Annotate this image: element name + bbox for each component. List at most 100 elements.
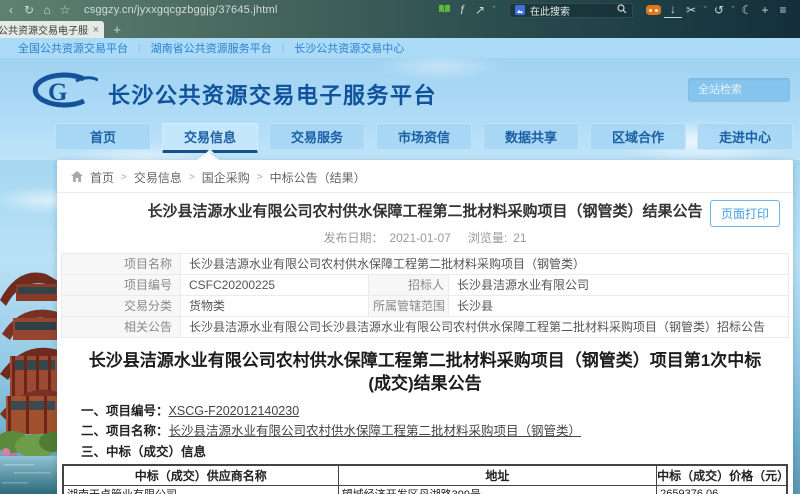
list-item: 三、中标（成交）信息 [81,444,793,460]
list-item: 二、项目名称：长沙县洁源水业有限公司农村供水保障工程第二批材料采购项目（钢管类） [81,423,793,439]
download-icon[interactable]: ↓ [664,2,682,18]
site-brand[interactable]: G 长沙公共资源交易电子服务平台 [26,70,437,117]
tab-title: 公共资源交易电子服务平台 [0,22,89,37]
nav-item-home[interactable]: 首页 [55,123,151,150]
award-result-table: 中标（成交）供应商名称 地址 中标（成交）价格（元） 湖南天卓管业有限公司 望城… [62,464,788,494]
project-info-table: 项目名称 长沙县洁源水业有限公司农村供水保障工程第二批材料采购项目（钢管类） 项… [61,253,789,338]
chrome-search-box[interactable]: 在此搜索 [509,3,633,18]
table-row: 项目名称 长沙县洁源水业有限公司农村供水保障工程第二批材料采购项目（钢管类） [62,253,789,274]
crumb-separator: > [189,172,195,183]
reload-icon[interactable]: ↻ [20,0,38,20]
menu-icon[interactable]: ≡ [774,0,792,20]
page-body: 首页 > 交易信息 > 国企采购 > 中标公告（结果） 长沙县洁源水业有限公司农… [0,160,800,494]
category-label: 交易分类 [62,295,181,316]
night-mode-icon[interactable]: ☾ [738,0,756,20]
crumb-soe-procurement[interactable]: 国企采购 [202,169,250,186]
table-row: 湖南天卓管业有限公司 望城经济开发区丹湖路399号 2659376.06 [63,486,787,494]
browser-chrome: ‹ ↻ ⌂ ☆ csggzy.cn/jyxxgqcgzbggjg/37645.j… [0,0,800,38]
magnifier-icon[interactable] [617,3,627,17]
main-nav: 首页 交易信息 交易服务 市场资信 数据共享 区域合作 走进中心 [55,123,793,153]
site-search-input[interactable] [688,78,790,102]
nav-item-market-credit[interactable]: 市场资信 [376,123,472,150]
supplier-header: 中标（成交）供应商名称 [63,465,338,486]
pagoda-background-image [0,254,58,494]
nav-item-trade-service[interactable]: 交易服务 [269,123,365,150]
print-page-button[interactable]: 页面打印 [710,200,780,227]
share-chevron-icon[interactable]: ˇ [489,0,499,20]
breadcrumb: 首页 > 交易信息 > 国企采购 > 中标公告（结果） [57,160,793,193]
tenderee-value: 长沙县洁源水业有限公司 [449,274,789,295]
portal-link-strip: 全国公共资源交易平台 | 湖南省公共资源服务平台 | 长沙公共资源交易中心 [0,38,800,58]
site-header: G 长沙公共资源交易电子服务平台 首页 交易信息 交易服务 市场资信 数据共享 … [0,58,800,160]
list-item: 一、项目编号：XSCG-F202012140230 [81,403,793,419]
table-row: 项目编号 CSFC20200225 招标人 长沙县洁源水业有限公司 [62,274,789,295]
article-title: 长沙县洁源水业有限公司农村供水保障工程第二批材料采购项目（钢管类）结果公告 [135,202,715,222]
tab-close-icon[interactable]: × [93,24,99,36]
new-tab-button[interactable]: + [104,21,130,38]
history-icon[interactable]: ↺ [710,0,728,20]
bookmark-star-icon[interactable]: ☆ [56,0,74,20]
crumb-separator: > [257,172,263,183]
nav-item-about-center[interactable]: 走进中心 [697,123,793,150]
announcement-body: 一、项目编号：XSCG-F202012140230 二、项目名称：长沙县洁源水业… [81,403,793,460]
chrome-search-placeholder: 在此搜索 [530,3,612,18]
crumb-award-result[interactable]: 中标公告（结果） [270,169,366,186]
address-header: 地址 [338,465,657,486]
address-value: 望城经济开发区丹湖路399号 [338,486,657,494]
project-no-value: CSFC20200225 [181,274,369,295]
content-card: 首页 > 交易信息 > 国企采购 > 中标公告（结果） 长沙县洁源水业有限公司农… [57,160,793,494]
supplier-value: 湖南天卓管业有限公司 [63,486,338,494]
crumb-home[interactable]: 首页 [90,169,114,186]
table-header-row: 中标（成交）供应商名称 地址 中标（成交）价格（元） [63,465,787,486]
jurisdiction-label: 所属管辖范围 [369,295,449,316]
nav-item-trade-info[interactable]: 交易信息 [162,123,258,153]
share-icon[interactable]: ↗ [471,0,489,20]
publish-date-label: 发布日期： [323,231,383,245]
tenderee-label: 招标人 [369,274,449,295]
tab-strip: 公共资源交易电子服务平台 × + [0,20,800,38]
reading-list-icon[interactable] [435,0,453,20]
related-announcement-label: 相关公告 [62,316,181,337]
article-header: 长沙县洁源水业有限公司农村供水保障工程第二批材料采购项目（钢管类）结果公告 页面… [57,193,793,222]
home-icon[interactable]: ⌂ [38,0,56,20]
games-icon[interactable] [646,5,661,15]
browser-tab[interactable]: 公共资源交易电子服务平台 × [0,21,104,38]
home-icon [71,171,83,185]
svg-text:G: G [48,79,67,106]
price-value: 2659376.06 [657,486,787,494]
search-engine-icon [515,5,525,15]
link-changsha-center[interactable]: 长沙公共资源交易中心 [284,40,414,56]
link-national-platform[interactable]: 全国公共资源交易平台 [8,40,138,56]
add-icon[interactable]: + [756,0,774,20]
nav-item-regional-coop[interactable]: 区域合作 [590,123,686,150]
active-tab-pointer [197,152,219,160]
nav-item-data-share[interactable]: 数据共享 [483,123,579,150]
screenshot-scissors-icon[interactable]: ✂ [682,0,700,20]
price-header: 中标（成交）价格（元） [657,465,787,486]
project-no-label: 项目编号 [62,274,181,295]
crumb-trade-info[interactable]: 交易信息 [134,169,182,186]
item3-label: 三、中标（成交）信息 [81,445,206,459]
site-title: 长沙公共资源交易电子服务平台 [108,78,437,110]
project-name-value: 长沙县洁源水业有限公司农村供水保障工程第二批材料采购项目（钢管类） [181,253,789,274]
browser-toolbar: ‹ ↻ ⌂ ☆ csggzy.cn/jyxxgqcgzbggjg/37645.j… [0,0,800,20]
back-icon[interactable]: ‹ [2,0,20,20]
category-value: 货物类 [181,295,369,316]
publish-date-value: 2021-01-07 [389,231,450,245]
table-row: 交易分类 货物类 所属管辖范围 长沙县 [62,295,789,316]
scissors-chevron-icon[interactable]: ˇ [700,0,710,20]
item2-value: 长沙县洁源水业有限公司农村供水保障工程第二批材料采购项目（钢管类） [169,424,582,438]
flash-icon[interactable]: f [453,0,471,20]
item1-label: 一、项目编号： [81,404,169,418]
related-announcement-link[interactable]: 长沙县洁源水业有限公司长沙县洁源水业有限公司农村供水保障工程第二批材料采购项目（… [181,316,789,337]
item1-value: XSCG-F202012140230 [169,404,300,418]
history-chevron-icon[interactable]: ˇ [728,0,738,20]
item2-label: 二、项目名称： [81,424,169,438]
article-meta: 发布日期： 2021-01-07 浏览量: 21 [57,229,793,246]
project-name-label: 项目名称 [62,253,181,274]
views-label: 浏览量: [468,231,507,245]
views-value: 21 [513,231,526,245]
link-hunan-platform[interactable]: 湖南省公共资源服务平台 [141,40,282,56]
url-bar[interactable]: csggzy.cn/jyxxgqcgzbggjg/37645.jhtml [84,4,278,16]
crumb-separator: > [121,172,127,183]
